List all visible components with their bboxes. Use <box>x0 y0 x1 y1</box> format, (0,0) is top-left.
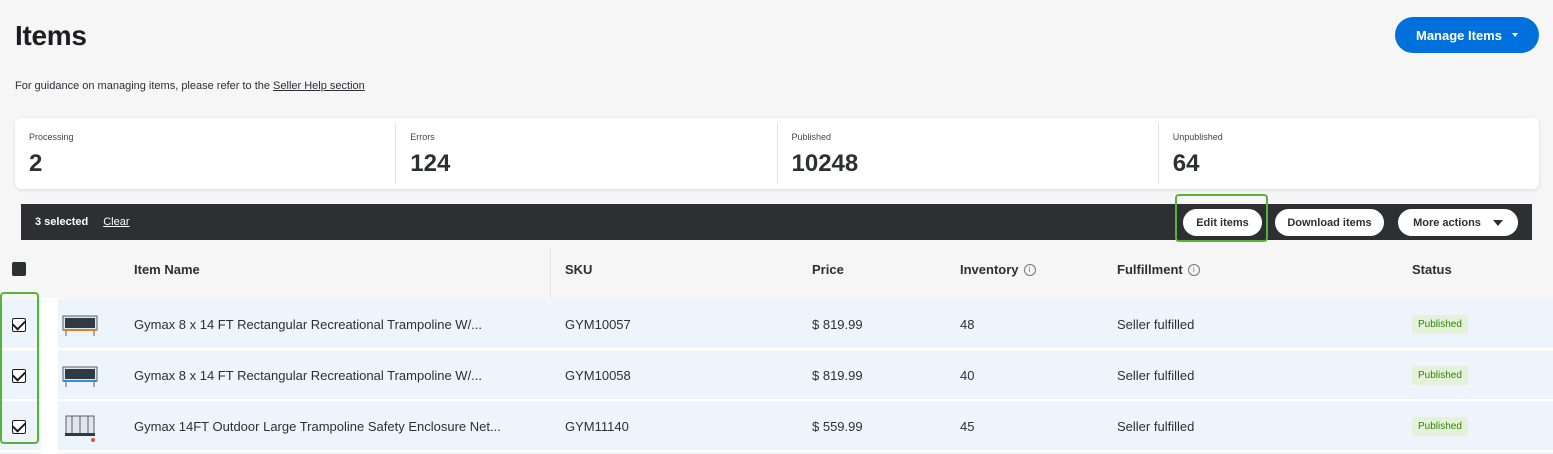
stat-label: Errors <box>410 132 435 142</box>
stat-processing[interactable]: Processing 2 <box>15 122 397 184</box>
stat-value: 10248 <box>791 150 859 177</box>
page-title: Items <box>15 20 87 51</box>
stat-value: 64 <box>1172 150 1200 177</box>
selected-count: 3 selected <box>35 216 89 228</box>
item-fulfillment: Seller fulfilled <box>1117 368 1195 383</box>
stat-errors[interactable]: Errors 124 <box>396 122 778 184</box>
status-badge: Published <box>1412 315 1468 334</box>
status-badge: Published <box>1412 417 1468 436</box>
item-price: $ 819.99 <box>812 317 863 332</box>
stat-unpublished[interactable]: Unpublished 64 <box>1159 122 1539 184</box>
thumbnail-gutter <box>41 298 58 454</box>
select-all-checkbox[interactable] <box>12 262 26 276</box>
table-row[interactable]: Gymax 8 x 14 FT Rectangular Recreational… <box>0 300 1553 350</box>
item-sku: GYM11140 <box>565 419 629 434</box>
clear-selection-link[interactable]: Clear <box>103 216 129 228</box>
column-header-inventory[interactable]: Inventory i <box>960 262 1036 277</box>
edit-items-button[interactable]: Edit items <box>1183 209 1262 236</box>
item-price: $ 559.99 <box>812 419 863 434</box>
row-checkbox[interactable] <box>12 369 26 383</box>
column-label: Fulfillment <box>1117 262 1183 277</box>
stat-label: Published <box>791 132 832 142</box>
item-inventory: 48 <box>960 317 975 332</box>
item-sku: GYM10058 <box>565 368 631 383</box>
column-header-fulfillment[interactable]: Fulfillment i <box>1117 262 1200 277</box>
bulk-action-bar: 3 selected Clear Edit items Download ite… <box>21 204 1532 240</box>
column-header-item-name[interactable]: Item Name <box>134 262 200 277</box>
trampoline-thumbnail <box>65 415 95 442</box>
caret-down-icon <box>1492 219 1503 226</box>
row-checkbox[interactable] <box>12 420 26 434</box>
item-name[interactable]: Gymax 14FT Outdoor Large Trampoline Safe… <box>134 419 501 434</box>
trampoline-thumbnail <box>62 366 98 387</box>
seller-help-link[interactable]: Seller Help section <box>273 80 365 92</box>
item-name[interactable]: Gymax 8 x 14 FT Rectangular Recreational… <box>134 368 482 383</box>
row-checkbox[interactable] <box>12 318 26 332</box>
trampoline-thumbnail <box>62 315 98 336</box>
table-row[interactable]: Gymax 14FT Outdoor Large Trampoline Safe… <box>0 402 1553 452</box>
stat-label: Processing <box>29 132 74 142</box>
column-label: Item Name <box>134 262 200 277</box>
column-label: Price <box>812 262 844 277</box>
stat-published[interactable]: Published 10248 <box>778 122 1159 184</box>
column-header-price[interactable]: Price <box>812 262 844 277</box>
item-inventory: 40 <box>960 368 975 383</box>
guidance-prefix: For guidance on managing items, please r… <box>15 80 274 92</box>
manage-items-button[interactable]: Manage Items <box>1395 17 1539 53</box>
more-actions-button[interactable]: More actions <box>1398 209 1518 236</box>
stat-value: 2 <box>29 150 43 177</box>
download-items-button[interactable]: Download items <box>1275 209 1384 236</box>
stats-panel: Processing 2 Errors 124 Published 10248 … <box>15 118 1539 189</box>
item-sku: GYM10057 <box>565 317 631 332</box>
info-icon[interactable]: i <box>1023 263 1036 276</box>
item-name[interactable]: Gymax 8 x 14 FT Rectangular Recreational… <box>134 317 482 332</box>
item-fulfillment: Seller fulfilled <box>1117 419 1195 434</box>
status-badge: Published <box>1412 366 1468 385</box>
column-label: SKU <box>565 262 593 277</box>
table-row[interactable]: Gymax 8 x 14 FT Rectangular Recreational… <box>0 351 1553 401</box>
column-label: Status <box>1412 262 1452 277</box>
info-icon[interactable]: i <box>1187 263 1200 276</box>
manage-items-label: Manage Items <box>1416 27 1502 43</box>
column-header-status[interactable]: Status <box>1412 262 1452 277</box>
stat-label: Unpublished <box>1172 132 1223 142</box>
caret-down-icon <box>1511 33 1518 37</box>
column-label: Inventory <box>960 262 1019 277</box>
table-header: Item Name SKU Price Inventory i Fulfillme… <box>0 248 1553 298</box>
item-fulfillment: Seller fulfilled <box>1117 317 1195 332</box>
stat-value: 124 <box>410 150 451 177</box>
column-divider <box>550 248 551 298</box>
more-actions-label: More actions <box>1413 216 1481 229</box>
item-inventory: 45 <box>960 419 975 434</box>
column-header-sku[interactable]: SKU <box>565 262 592 277</box>
guidance-text: For guidance on managing items, please r… <box>15 80 365 92</box>
item-price: $ 819.99 <box>812 368 863 383</box>
